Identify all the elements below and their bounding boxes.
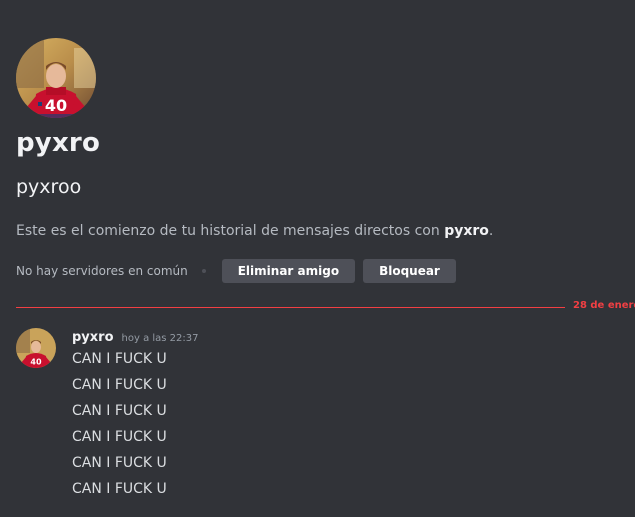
- message-timestamp: hoy a las 22:37: [121, 333, 199, 344]
- mutual-servers-row: No hay servidores en común Eliminar amig…: [16, 259, 456, 283]
- message-line: CAN I FUCK U: [72, 403, 167, 419]
- message-line: CAN I FUCK U: [72, 351, 167, 367]
- history-prefix: Este es el comienzo de tu historial de m…: [16, 223, 445, 239]
- profile-avatar[interactable]: 40: [16, 38, 96, 118]
- profile-username: pyxroo: [16, 176, 82, 198]
- new-messages-divider: 28 de enero: [16, 300, 635, 311]
- jersey-number-small: 40: [30, 358, 42, 367]
- divider-date-label: 28 de enero: [573, 300, 635, 311]
- message-line: CAN I FUCK U: [72, 377, 167, 393]
- history-user-name: pyxro: [444, 223, 489, 239]
- remove-friend-button[interactable]: Eliminar amigo: [221, 259, 356, 283]
- message-lines: CAN I FUCK U CAN I FUCK U CAN I FUCK U C…: [72, 350, 167, 506]
- profile-display-name: pyxro: [16, 128, 101, 158]
- football-player-avatar-icon: 40: [16, 38, 96, 118]
- history-start-text: Este es el comienzo de tu historial de m…: [16, 223, 493, 239]
- message-author-avatar[interactable]: 40: [16, 328, 56, 368]
- football-player-avatar-small-icon: 40: [16, 328, 56, 368]
- no-mutual-servers-text: No hay servidores en común: [16, 264, 188, 278]
- divider-line: [16, 307, 565, 308]
- history-suffix: .: [488, 223, 494, 239]
- message-header: pyxro hoy a las 22:37: [72, 330, 199, 345]
- block-button[interactable]: Bloquear: [363, 259, 456, 283]
- message-line: CAN I FUCK U: [72, 429, 167, 445]
- message-line: CAN I FUCK U: [72, 481, 167, 497]
- separator-dot: [201, 269, 206, 273]
- message-author-name[interactable]: pyxro: [72, 330, 114, 345]
- message-line: CAN I FUCK U: [72, 455, 167, 471]
- jersey-number: 40: [45, 96, 67, 115]
